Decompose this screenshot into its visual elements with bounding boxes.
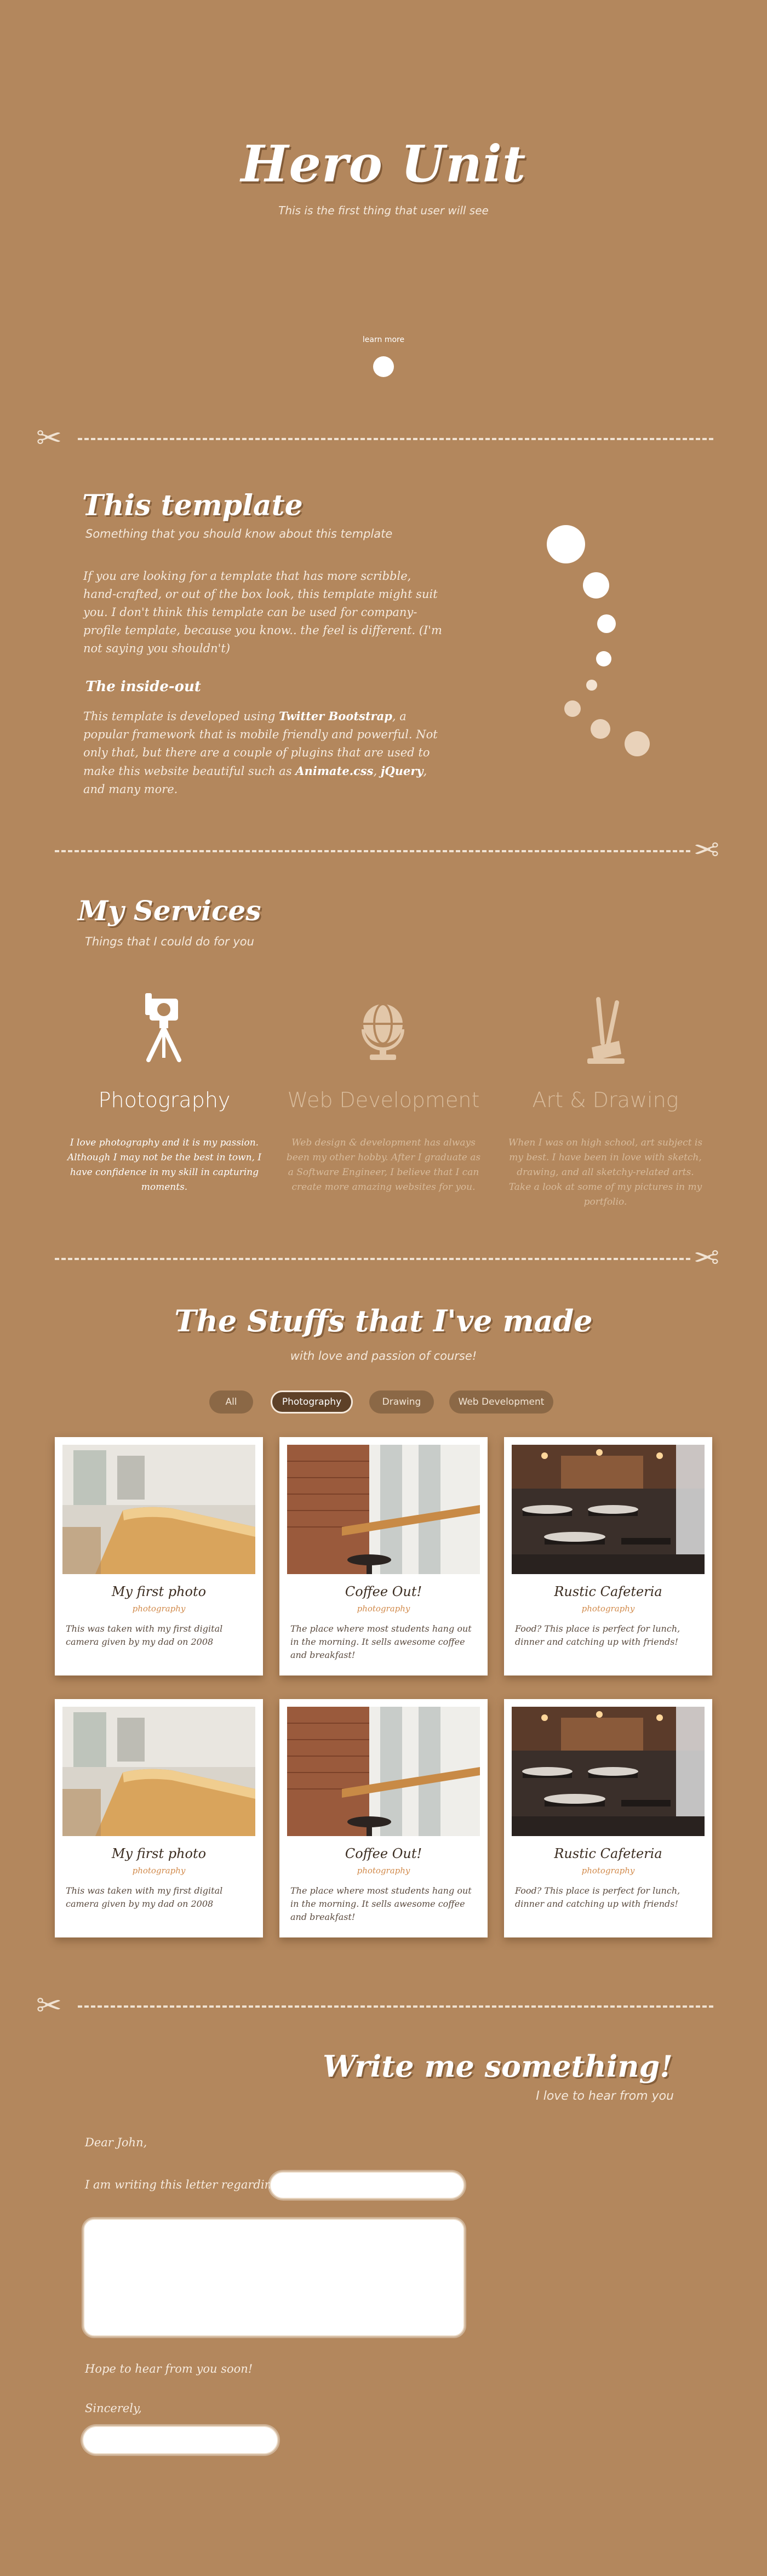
- regarding-input[interactable]: [270, 2172, 465, 2199]
- hero-title: Hero Unit: [241, 134, 526, 193]
- photo-thumbnail: [287, 1707, 480, 1836]
- service-name: Art & Drawing: [532, 1088, 679, 1112]
- card-title: Rustic Cafeteria: [554, 1584, 662, 1599]
- filter-drawing[interactable]: Drawing: [369, 1390, 434, 1414]
- card-category: photography: [132, 1604, 186, 1614]
- service-name: Web Development: [287, 1088, 480, 1112]
- scissors-icon: ✂: [694, 833, 719, 868]
- portfolio-card[interactable]: Rustic Cafeteria photography Food? This …: [504, 1437, 712, 1675]
- scissors-icon: ✂: [36, 420, 62, 456]
- filter-photography[interactable]: Photography: [271, 1390, 353, 1414]
- bubble-decoration: [564, 700, 581, 717]
- animate-link: Animate.css: [295, 764, 374, 778]
- bubble-decoration: [625, 731, 650, 756]
- card-title: My first photo: [111, 1584, 207, 1599]
- scissors-icon: ✂: [694, 1240, 719, 1276]
- inside-text-comma: ,: [373, 765, 381, 778]
- letter-sincerely: Sincerely,: [85, 2402, 142, 2415]
- bubble-decoration: [591, 719, 610, 739]
- bubble-decoration: [586, 680, 597, 691]
- portfolio-card[interactable]: My first photo photography This was take…: [55, 1699, 263, 1937]
- portfolio-card[interactable]: My first photo photography This was take…: [55, 1437, 263, 1675]
- card-description: Food? This place is perfect for lunch, d…: [515, 1623, 680, 1647]
- photo-thumbnail: [62, 1445, 255, 1574]
- learn-more-dot-icon[interactable]: [373, 356, 394, 377]
- camera-tripod-icon: [134, 991, 194, 1062]
- letter-regarding-label: I am writing this letter regarding: [85, 2178, 279, 2191]
- service-description: I love photography and it is my passion.…: [67, 1137, 262, 1193]
- bubble-decoration: [583, 572, 609, 599]
- service-name: Photography: [98, 1088, 231, 1112]
- card-category: photography: [581, 1604, 635, 1614]
- bubble-decoration: [596, 651, 611, 666]
- template-paragraph: If you are looking for a template that h…: [83, 569, 442, 655]
- service-description: Web design & development has always been…: [286, 1137, 481, 1193]
- section-divider: [78, 438, 713, 440]
- letter-greeting: Dear John,: [85, 2136, 147, 2149]
- bubble-decoration: [597, 614, 616, 633]
- portfolio-subtitle: with love and passion of course!: [290, 1349, 477, 1363]
- services-title: My Services: [78, 894, 261, 927]
- contact-subtitle: I love to hear from you: [536, 2089, 674, 2103]
- letter-closing: Hope to hear from you soon!: [85, 2362, 253, 2375]
- section-divider: [78, 2005, 713, 2008]
- message-textarea[interactable]: [83, 2219, 465, 2336]
- template-title: This template: [82, 489, 303, 522]
- photo-thumbnail: [512, 1445, 705, 1574]
- contact-title: Write me something!: [323, 2049, 673, 2084]
- portfolio-card[interactable]: Rustic Cafeteria photography Food? This …: [504, 1699, 712, 1937]
- inside-out-paragraph: This template is developed using Twitter…: [83, 707, 445, 799]
- filter-web-development[interactable]: Web Development: [449, 1390, 553, 1414]
- photo-thumbnail: [512, 1707, 705, 1836]
- card-title: Rustic Cafeteria: [554, 1846, 662, 1861]
- card-description: The place where most students hang out i…: [290, 1623, 472, 1660]
- hero-subtitle: This is the first thing that user will s…: [278, 204, 489, 217]
- pencil-cup-icon: [575, 995, 636, 1066]
- bubble-decoration: [547, 525, 585, 563]
- bootstrap-link: Twitter Bootstrap: [279, 709, 392, 723]
- jquery-link: jQuery: [380, 764, 423, 778]
- learn-more-link[interactable]: learn more: [0, 335, 767, 344]
- card-title: Coffee Out!: [345, 1846, 422, 1861]
- template-subtitle: Something that you should know about thi…: [85, 527, 393, 540]
- card-category: photography: [132, 1866, 186, 1876]
- photo-thumbnail: [287, 1445, 480, 1574]
- services-subtitle: Things that I could do for you: [85, 935, 254, 948]
- card-title: Coffee Out!: [345, 1584, 422, 1599]
- card-category: photography: [357, 1604, 410, 1614]
- globe-icon: [353, 998, 414, 1069]
- card-title: My first photo: [111, 1846, 207, 1861]
- portfolio-title: The Stuffs that I've made: [174, 1303, 593, 1338]
- card-description: This was taken with my first digital cam…: [66, 1623, 223, 1647]
- card-category: photography: [357, 1866, 410, 1876]
- portfolio-card[interactable]: Coffee Out! photography The place where …: [279, 1699, 488, 1937]
- section-divider: [55, 1258, 690, 1260]
- sender-name-input[interactable]: [82, 2426, 278, 2454]
- service-description: When I was on high school, art subject i…: [508, 1137, 703, 1207]
- card-description: Food? This place is perfect for lunch, d…: [515, 1885, 680, 1909]
- filter-all[interactable]: All: [209, 1390, 253, 1414]
- card-category: photography: [581, 1866, 635, 1876]
- inside-text-pre: This template is developed using: [83, 710, 279, 723]
- photo-thumbnail: [62, 1707, 255, 1836]
- scissors-icon: ✂: [36, 1988, 62, 2024]
- inside-out-heading: The inside-out: [85, 679, 201, 695]
- portfolio-card[interactable]: Coffee Out! photography The place where …: [279, 1437, 488, 1675]
- card-description: The place where most students hang out i…: [290, 1885, 472, 1922]
- card-description: This was taken with my first digital cam…: [66, 1885, 223, 1909]
- section-divider: [55, 850, 690, 852]
